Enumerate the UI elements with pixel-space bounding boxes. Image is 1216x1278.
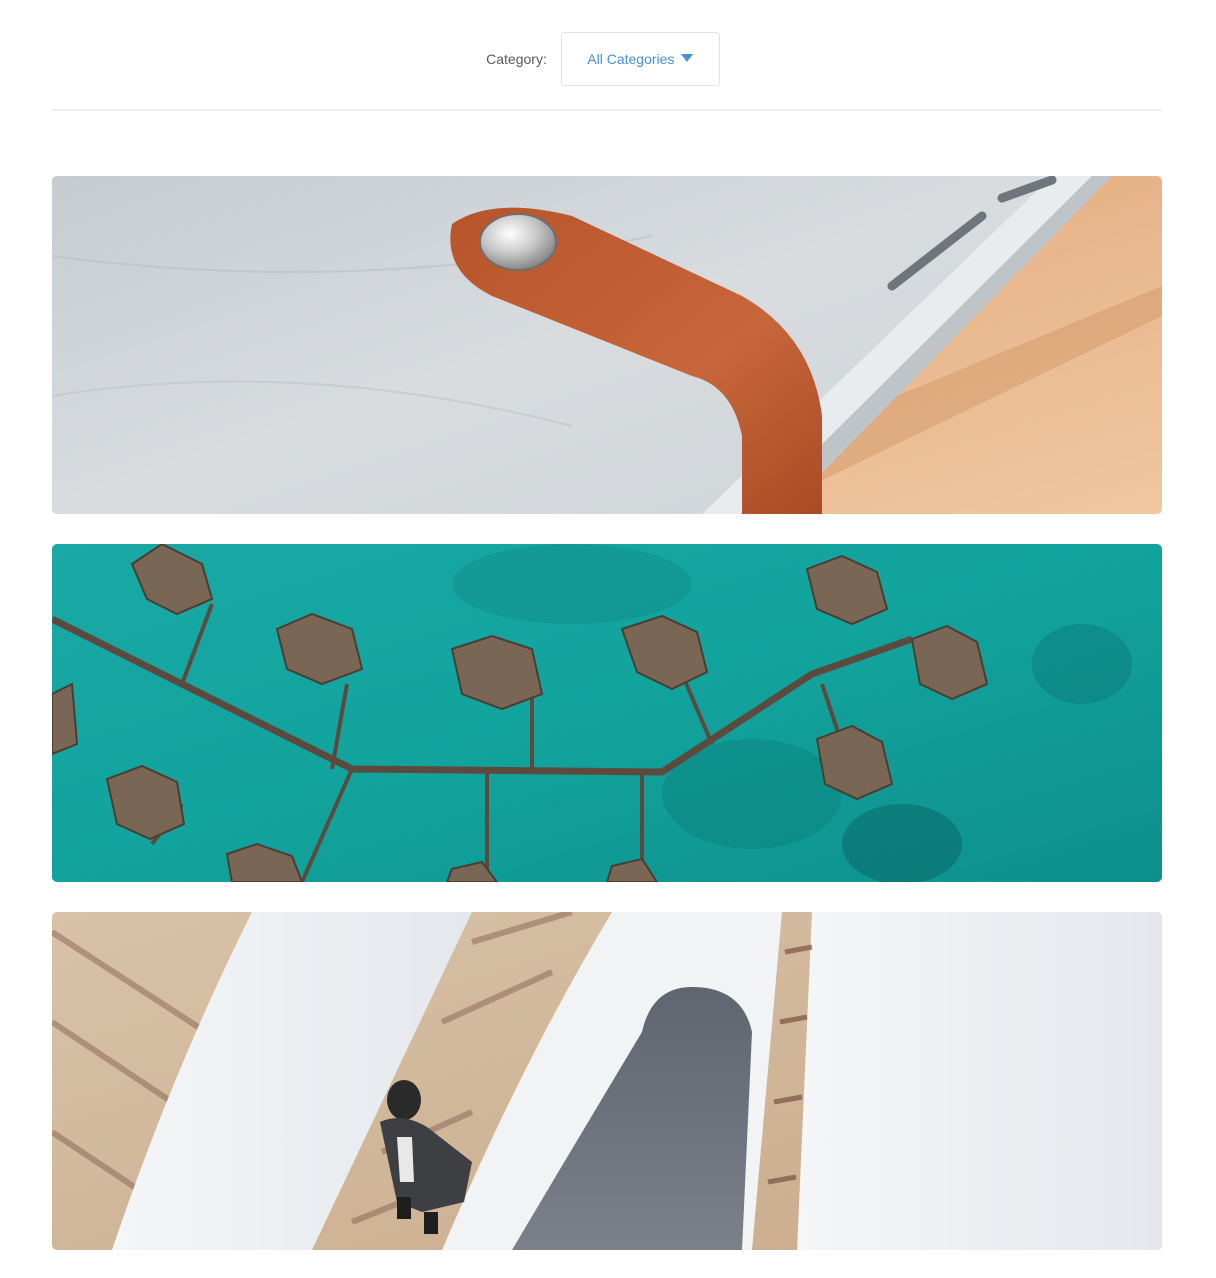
category-dropdown[interactable]: All Categories	[560, 32, 720, 86]
caret-down-icon	[681, 54, 694, 62]
white-architecture-photo	[52, 912, 1162, 1250]
gallery-item-overwater-villas[interactable]	[52, 544, 1162, 882]
gallery-item-felt-sleeve[interactable]	[52, 176, 1162, 514]
divider	[52, 109, 1162, 111]
category-label: Category:	[486, 51, 547, 67]
page: Category: All Categories	[0, 0, 1216, 1278]
felt-sleeve-photo	[52, 176, 1162, 514]
gallery-item-white-architecture[interactable]	[52, 912, 1162, 1250]
category-filter-bar: Category: All Categories	[0, 32, 1216, 86]
category-selected-value: All Categories	[587, 51, 675, 67]
overwater-villas-photo	[52, 544, 1162, 882]
